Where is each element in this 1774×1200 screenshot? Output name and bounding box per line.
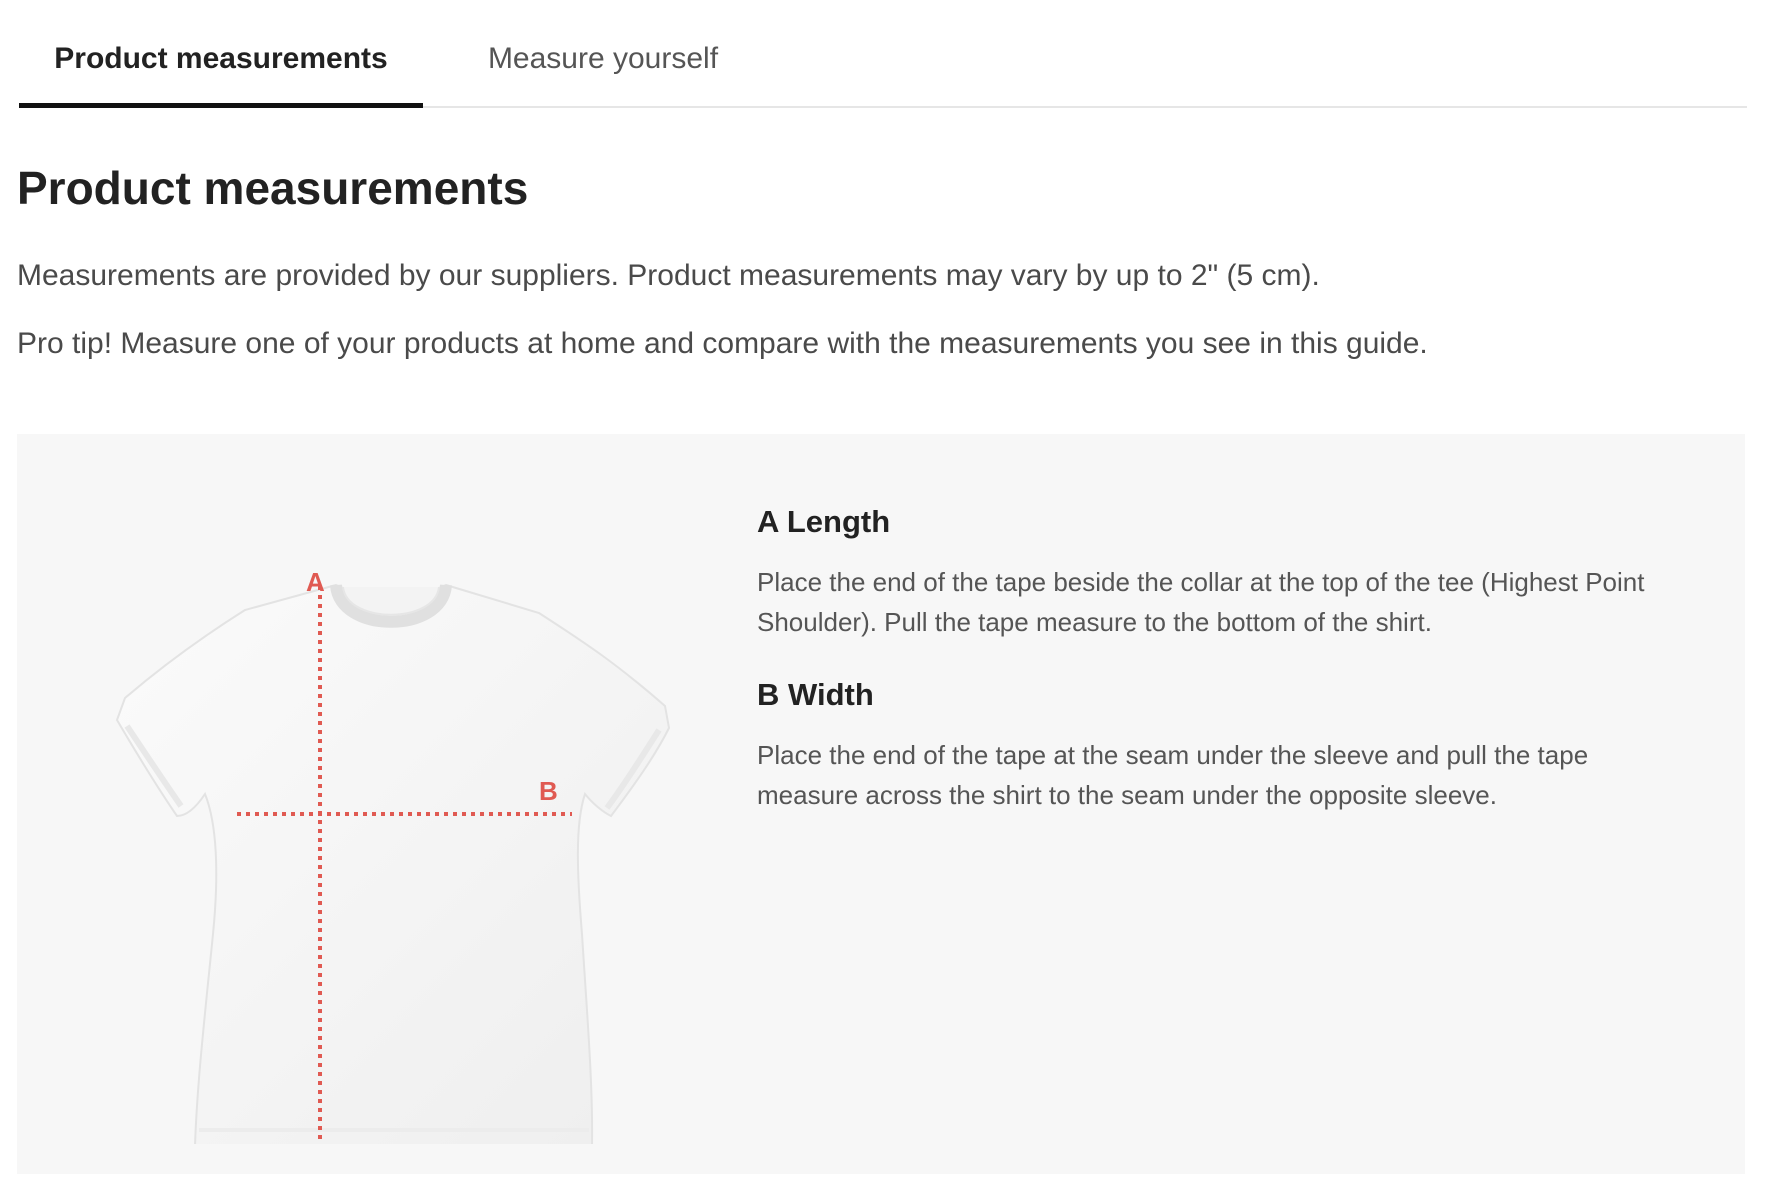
measurement-a-title: A Length — [757, 504, 891, 539]
tab-product-measurements[interactable]: Product measurements — [19, 0, 423, 108]
tab-measure-yourself[interactable]: Measure yourself — [423, 0, 783, 108]
measurement-a-description: A Length Place the end of the tape besid… — [757, 502, 1687, 642]
measurement-b-title: B Width — [757, 677, 874, 712]
measurement-guide-panel: A B A Length Place the end of the tape b… — [17, 434, 1745, 1174]
measurement-a-text: Place the end of the tape beside the col… — [757, 567, 1645, 637]
page-title: Product measurements — [17, 162, 529, 214]
pro-tip-text: Pro tip! Measure one of your products at… — [17, 327, 1428, 360]
measurement-label-a: A — [306, 567, 325, 597]
intro-text: Measurements are provided by our supplie… — [17, 259, 1320, 292]
tab-bar: Product measurements Measure yourself — [19, 0, 1747, 108]
measurement-b-text: Place the end of the tape at the seam un… — [757, 740, 1589, 810]
t-shirt-diagram: A B — [115, 567, 671, 1144]
measurement-b-description: B Width Place the end of the tape at the… — [757, 675, 1687, 815]
t-shirt-body — [115, 583, 671, 1144]
measurement-label-b: B — [539, 776, 558, 806]
